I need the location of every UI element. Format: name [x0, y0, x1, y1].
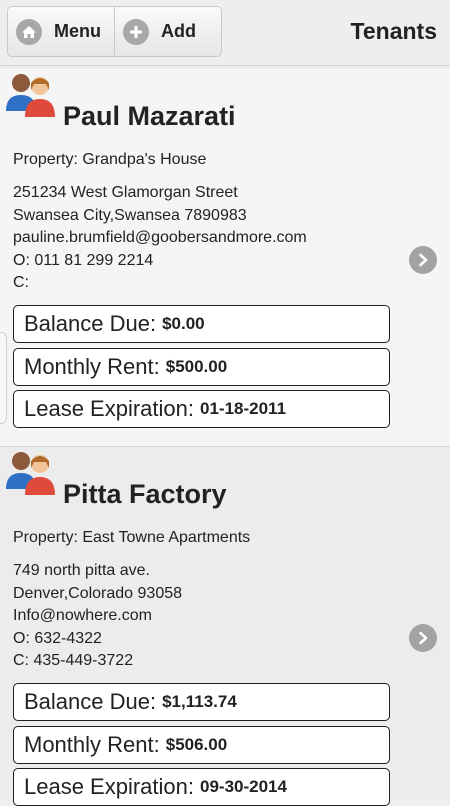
- tenant-avatar-icon: [6, 74, 55, 117]
- balance-due-field: Balance Due: $1,113.74: [13, 683, 390, 721]
- monthly-rent-field: Monthly Rent: $500.00: [13, 348, 390, 386]
- tenant-cell-phone: C: 435-449-3722: [13, 652, 134, 670]
- lease-expiration-label: Lease Expiration:: [24, 396, 194, 421]
- plus-icon: [123, 18, 149, 45]
- balance-due-label: Balance Due:: [24, 311, 157, 336]
- monthly-rent-value: $500.00: [165, 357, 228, 376]
- tenant-email: Info@nowhere.com: [13, 607, 152, 625]
- monthly-rent-label: Monthly Rent:: [24, 732, 160, 757]
- chevron-right-icon[interactable]: [409, 246, 437, 274]
- address-line: 251234 West Glamorgan Street: [13, 184, 238, 201]
- lease-expiration-label: Lease Expiration:: [24, 774, 194, 799]
- page-title: Tenants: [350, 18, 437, 44]
- monthly-rent-value: $506.00: [165, 735, 228, 754]
- menu-button[interactable]: Menu: [8, 7, 114, 56]
- lease-expiration-field: Lease Expiration: 01-18-2011: [13, 390, 390, 428]
- balance-due-value: $1,113.74: [162, 692, 237, 711]
- lease-expiration-field: Lease Expiration: 09-30-2014: [13, 768, 390, 806]
- tenant-property: Property: Grandpa's House: [13, 151, 207, 168]
- add-button[interactable]: Add: [114, 7, 221, 56]
- tenant-card[interactable]: Pitta Factory Property: East Towne Apart…: [0, 447, 450, 806]
- monthly-rent-label: Monthly Rent:: [24, 354, 160, 379]
- lease-expiration-value: 09-30-2014: [200, 777, 287, 796]
- tenant-office-phone: O: 011 81 299 2214: [13, 251, 154, 269]
- balance-due-field: Balance Due: $0.00: [13, 305, 390, 343]
- tenant-contact-block: 251234 West Glamorgan Street Swansea Cit…: [13, 182, 307, 295]
- top-bar: Menu Add Tenants: [0, 0, 450, 66]
- monthly-rent-field: Monthly Rent: $506.00: [13, 726, 390, 764]
- tenant-contact-block: 749 north pitta ave. Denver,Colorado 930…: [13, 560, 182, 673]
- tenant-name: Pitta Factory: [63, 479, 227, 509]
- balance-due-label: Balance Due:: [24, 689, 157, 714]
- address-line: Swansea City,Swansea 7890983: [13, 206, 247, 224]
- home-icon: [16, 18, 42, 45]
- tenant-office-phone: O: 632-4322: [13, 629, 102, 647]
- address-line: 749 north pitta ave.: [13, 562, 150, 579]
- tenant-avatar-icon: [6, 452, 55, 495]
- add-button-label: Add: [161, 21, 196, 41]
- tenant-email: pauline.brumfield@goobersandmore.com: [13, 229, 307, 247]
- tenant-cell-phone: C:: [13, 274, 29, 292]
- toolbar-button-group: Menu Add: [7, 6, 222, 57]
- tenant-card[interactable]: Paul Mazarati Property: Grandpa's House …: [0, 69, 450, 447]
- tenant-name: Paul Mazarati: [63, 101, 236, 131]
- tenant-property: Property: East Towne Apartments: [13, 529, 251, 546]
- side-drawer-handle[interactable]: [0, 332, 7, 424]
- lease-expiration-value: 01-18-2011: [200, 399, 287, 418]
- chevron-right-icon[interactable]: [409, 624, 437, 652]
- address-line: Denver,Colorado 93058: [13, 584, 183, 602]
- balance-due-value: $0.00: [162, 314, 205, 333]
- menu-button-label: Menu: [54, 21, 101, 41]
